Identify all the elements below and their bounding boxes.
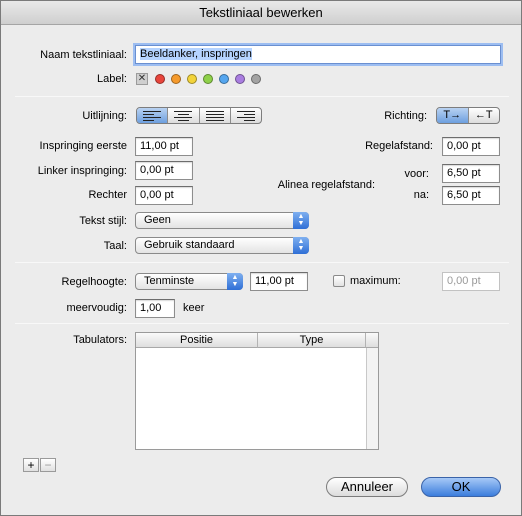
- align-left-icon: [143, 111, 162, 123]
- text-style-value: Geen: [144, 214, 171, 226]
- line-height-input[interactable]: 11,00 pt: [250, 272, 308, 291]
- label-color-dot[interactable]: [203, 74, 213, 84]
- line-height-mode-value: Tenminste: [144, 275, 195, 287]
- popup-arrows-icon: ▲ ▼: [227, 273, 243, 290]
- popup-arrows-icon: ▲ ▼: [293, 237, 309, 254]
- alignment-segmented-control: [136, 107, 262, 124]
- text-style-popup[interactable]: Geen ▲ ▼: [135, 212, 309, 229]
- multiple-label: meervoudig:: [66, 302, 127, 314]
- first-indent-input[interactable]: 11,00 pt: [135, 137, 193, 156]
- column-header-type[interactable]: Type: [258, 333, 366, 348]
- line-spacing-label: Regelafstand:: [365, 140, 433, 152]
- separator-1: [15, 96, 509, 97]
- direction-ltr-button[interactable]: T→: [437, 108, 469, 123]
- separator-2: [15, 262, 509, 263]
- space-before-input[interactable]: 6,50 pt: [442, 164, 500, 183]
- column-header-corner: [366, 333, 378, 348]
- direction-label: Richting:: [384, 110, 427, 122]
- line-height-label: Regelhoogte:: [61, 276, 127, 288]
- paragraph-spacing-label: Alinea regelafstand:: [277, 179, 375, 191]
- label-color-dot[interactable]: [251, 74, 261, 84]
- label-color-dot[interactable]: [235, 74, 245, 84]
- align-right-icon: [236, 111, 255, 123]
- language-value: Gebruik standaard: [144, 239, 235, 251]
- left-indent-input[interactable]: 0,00 pt: [135, 161, 193, 180]
- label-color-dot[interactable]: [219, 74, 229, 84]
- align-center-button[interactable]: [168, 108, 200, 123]
- label-label: Label:: [97, 73, 127, 85]
- space-after-label: na:: [413, 189, 429, 201]
- label-color-dot[interactable]: [187, 74, 197, 84]
- column-header-position[interactable]: Positie: [136, 333, 258, 348]
- direction-segmented-control: T→ ←T: [436, 107, 500, 124]
- line-height-mode-popup[interactable]: Tenminste ▲ ▼: [135, 273, 243, 290]
- line-spacing-input[interactable]: 0,00 pt: [442, 137, 500, 156]
- space-after-input[interactable]: 6,50 pt: [442, 186, 500, 205]
- left-indent-label: Linker inspringing:: [37, 165, 127, 177]
- language-label: Taal:: [103, 240, 127, 252]
- maximum-label: maximum:: [350, 275, 401, 287]
- tabs-label: Tabulators:: [73, 334, 127, 346]
- dialog-window: Tekstliniaal bewerken Naam tekstliniaal:…: [0, 0, 522, 516]
- direction-rtl-button[interactable]: ←T: [469, 108, 500, 123]
- maximum-input[interactable]: 0,00 pt: [442, 272, 500, 291]
- name-label: Naam tekstliniaal:: [40, 49, 127, 61]
- align-right-button[interactable]: [231, 108, 261, 123]
- label-color-dot[interactable]: [171, 74, 181, 84]
- popup-arrows-icon: ▲ ▼: [293, 212, 309, 229]
- cancel-button[interactable]: Annuleer: [326, 477, 408, 497]
- right-indent-label: Rechter: [88, 189, 127, 201]
- add-tab-button[interactable]: +: [23, 458, 39, 472]
- maximum-checkbox[interactable]: [333, 275, 345, 287]
- no-label-x-icon[interactable]: ✕: [136, 73, 148, 85]
- multiple-input[interactable]: 1,00: [135, 299, 175, 318]
- align-center-icon: [174, 111, 193, 123]
- name-input[interactable]: Beeldanker, inspringen: [135, 45, 501, 64]
- language-popup[interactable]: Gebruik standaard ▲ ▼: [135, 237, 309, 254]
- multiple-unit: keer: [183, 302, 205, 314]
- right-indent-input[interactable]: 0,00 pt: [135, 186, 193, 205]
- window-title: Tekstliniaal bewerken: [1, 1, 521, 25]
- text-style-label: Tekst stijl:: [79, 215, 127, 227]
- remove-tab-button[interactable]: −: [40, 458, 56, 472]
- label-color-dot[interactable]: [155, 74, 165, 84]
- tabs-table[interactable]: Positie Type: [135, 332, 379, 450]
- separator-3: [15, 323, 509, 324]
- alignment-label: Uitlijning:: [82, 110, 127, 122]
- first-indent-label: Inspringing eerste: [39, 140, 127, 152]
- align-justify-button[interactable]: [200, 108, 231, 123]
- name-value: Beeldanker, inspringen: [140, 48, 252, 60]
- ok-button[interactable]: OK: [421, 477, 501, 497]
- align-left-button[interactable]: [137, 108, 169, 123]
- align-justify-icon: [205, 111, 224, 123]
- tabs-scrollbar[interactable]: [366, 348, 378, 449]
- space-before-label: voor:: [404, 168, 429, 180]
